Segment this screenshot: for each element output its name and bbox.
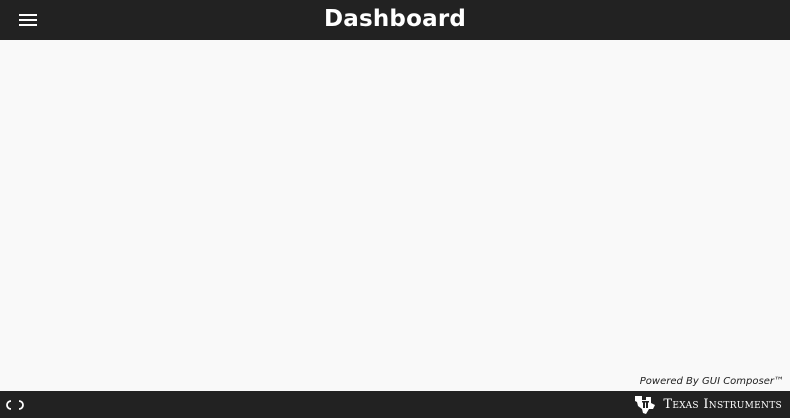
app-window: Dashboard Powered By GUI Composer™ Texas… (0, 0, 790, 418)
top-app-bar: Dashboard (0, 0, 790, 40)
connection-status-button[interactable] (4, 399, 28, 411)
brand-name: Texas Instruments (663, 397, 782, 412)
powered-by-label: Powered By GUI Composer™ (639, 376, 784, 387)
texas-instruments-logo: Texas Instruments (633, 394, 782, 416)
dashboard-content-area: Powered By GUI Composer™ (0, 40, 790, 391)
page-title: Dashboard (323, 6, 467, 32)
status-bar: Texas Instruments (0, 391, 790, 418)
ti-state-logo-icon (633, 394, 657, 416)
disconnected-plug-icon (4, 399, 28, 411)
